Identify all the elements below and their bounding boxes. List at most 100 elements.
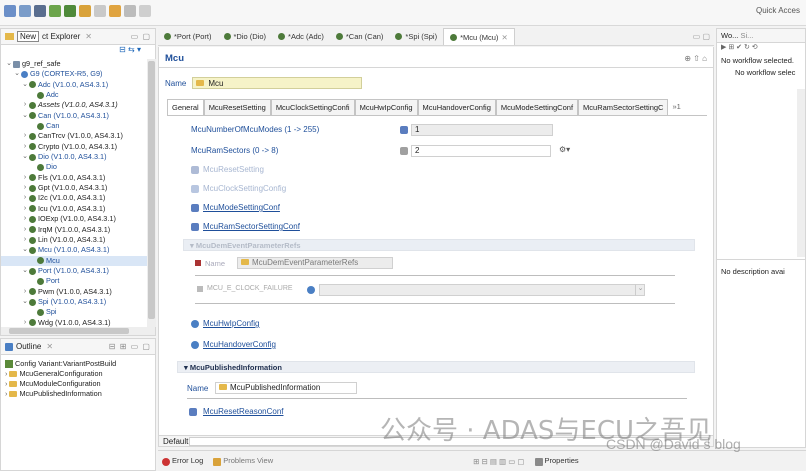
new-icon[interactable] [4,5,16,17]
section-tab[interactable]: McuRamSectorSettingC [578,99,669,115]
close-icon[interactable]: ✕ [501,33,507,42]
tree-item[interactable]: › Assets (V1.0.0, AS4.3.1) [1,100,147,110]
editor-tab[interactable]: *Spi (Spi) [389,28,443,45]
properties-tab[interactable]: Properties [534,456,579,466]
tree-item[interactable]: › IOExp (V1.0.0, AS4.3.1) [1,214,147,224]
second-view-title[interactable]: Si... [740,31,753,40]
tree-vertical-scrollbar[interactable] [147,59,156,327]
expand-toggle-icon[interactable]: › [21,204,29,214]
close-icon[interactable]: ✕ [46,342,53,351]
back-icon[interactable] [139,5,151,17]
run-icon[interactable] [109,5,121,17]
dem-name-field[interactable]: McuDemEventParameterRefs [237,257,393,269]
tree-item[interactable]: ⌄ Spi (V1.0.0, AS4.3.1) [1,297,147,307]
expand-toggle-icon[interactable]: › [21,193,29,203]
mcu-ram-sector-link[interactable]: McuRamSectorSettingConf [203,222,300,231]
mcu-handover-link[interactable]: McuHandoverConfig [203,340,276,349]
outline-item[interactable]: › McuModuleConfiguration [1,379,155,389]
tree-item[interactable]: Can [1,121,147,131]
expand-toggle-icon[interactable]: › [21,318,29,327]
expand-toggle-icon[interactable]: › [21,142,29,152]
editor-tab[interactable]: *Dio (Dio) [218,28,273,45]
outline-item[interactable]: › McuPublishedInformation [1,389,155,399]
expand-toggle-icon[interactable]: › [21,287,29,297]
published-name-field[interactable]: McuPublishedInformation [215,382,357,394]
tree-item[interactable]: ⌄ G9 (CORTEX-R5, G9) [1,69,147,79]
tree-item[interactable]: ⌄ Can (V1.0.0, AS4.3.1) [1,111,147,121]
expand-toggle-icon[interactable]: › [21,235,29,245]
section-tab[interactable]: McuHandoverConfig [417,99,496,115]
bottom-toolbar-icons[interactable]: ⊞ ⊟ ▤ ▥ ▭ ▢ [473,457,524,466]
expand-toggle-icon[interactable]: › [21,225,29,235]
expand-toggle-icon[interactable]: › [21,173,29,183]
expand-toggle-icon[interactable]: › [21,183,29,193]
outline-item[interactable]: Config Variant:VariantPostBuild [1,359,155,369]
expand-toggle-icon[interactable]: ⌄ [21,80,29,90]
expand-toggle-icon[interactable]: › [21,214,29,224]
editor-tab[interactable]: *Adc (Adc) [272,28,330,45]
expand-toggle-icon[interactable]: ⌄ [21,266,29,276]
settings-icon[interactable] [34,5,46,17]
tree-item[interactable]: › Crypto (V1.0.0, AS4.3.1) [1,142,147,152]
expand-toggle-icon[interactable]: › [21,100,29,110]
minimize-maximize-icon[interactable]: ▭ ▢ [693,32,710,41]
reference-icon[interactable] [307,286,315,294]
workflow-scrollbar[interactable] [797,89,805,257]
editor-tab[interactable]: *Port (Port) [158,28,218,45]
quick-access[interactable]: Quick Acces [756,6,800,15]
tree-item[interactable]: ⌄ Mcu (V1.0.0, AS4.3.1) [1,245,147,255]
name-field[interactable]: Mcu [192,77,363,89]
save-icon[interactable] [19,5,31,17]
tree-item[interactable]: Spi [1,307,147,317]
section-tab[interactable]: McuResetSetting [203,99,271,115]
editor-tab[interactable]: *Can (Can) [330,28,390,45]
expand-toggle-icon[interactable]: ⌄ [21,245,29,255]
problems-view-tab[interactable]: Problems View [213,456,273,466]
project-explorer-title-box[interactable]: New [17,31,40,42]
error-log-tab[interactable]: Error Log [162,456,203,466]
published-info-header[interactable]: ▾ McuPublishedInformation [177,361,695,373]
tree-horizontal-scrollbar[interactable] [1,327,155,335]
tool-icon[interactable] [94,5,106,17]
editor-title-icons[interactable]: ⊕ ⇧ ⌂ [684,54,707,63]
tree-item[interactable]: Adc [1,90,147,100]
editor-tab[interactable]: *Mcu (Mcu) ✕ [443,28,515,45]
workflow-title[interactable]: Wo... [721,31,738,40]
tree-item[interactable]: › IrqM (V1.0.0, AS4.3.1) [1,225,147,235]
mcu-reset-setting-link[interactable]: McuResetSetting [203,165,264,174]
chevron-down-icon[interactable]: ⌄ [635,284,645,296]
tree-item[interactable]: ⌄ Port (V1.0.0, AS4.3.1) [1,266,147,276]
mcu-reset-reason-link[interactable]: McuResetReasonConf [203,407,283,416]
tree-item[interactable]: › Fls (V1.0.0, AS4.3.1) [1,173,147,183]
section-tab[interactable]: General [167,99,204,115]
tree-item[interactable]: ⌄ Dio (V1.0.0, AS4.3.1) [1,152,147,162]
tree-item[interactable]: › Pwm (V1.0.0, AS4.3.1) [1,287,147,297]
collapse-link-icons[interactable]: ⊟ ⇆ ▾ [1,45,155,57]
tree-item[interactable]: › I2c (V1.0.0, AS4.3.1) [1,193,147,203]
tree-item[interactable]: › CanTrcv (V1.0.0, AS4.3.1) [1,131,147,141]
close-icon[interactable]: ✕ [85,32,92,41]
dem-event-group-header[interactable]: ▾ McuDemEventParameterRefs [183,239,695,251]
mcu-clock-setting-link[interactable]: McuClockSettingConfig [203,184,286,193]
navigate-icon[interactable] [124,5,136,17]
calculate-icon[interactable]: ⚙▾ [559,145,570,154]
section-tab[interactable]: McuHwIpConfig [354,99,418,115]
tree-item[interactable]: Port [1,276,147,286]
tree-item[interactable]: Mcu [1,255,147,266]
project-explorer-title[interactable]: ct Explorer [42,32,80,41]
section-tab[interactable]: McuModeSettingConf [495,99,579,115]
outline-toolbar-icons[interactable]: ⊟ ⊞ ▭ ▢ [109,342,151,351]
expand-toggle-icon[interactable]: ⌄ [21,152,29,162]
expand-toggle-icon[interactable]: ⌄ [21,297,29,307]
tree-item[interactable]: ⌄ Adc (V1.0.0, AS4.3.1) [1,80,147,90]
ram-sectors-input[interactable]: 2 [411,145,551,157]
num-modes-input[interactable]: 1 [411,124,553,136]
workflow-toolbar-icons[interactable]: ▶ ⊞ ✔ ↻ ⟲ [717,43,805,55]
tree-item[interactable]: › Wdg (V1.0.0, AS4.3.1) [1,318,147,327]
tree-item[interactable]: › Lin (V1.0.0, AS4.3.1) [1,235,147,245]
outline-item[interactable]: › McuGeneralConfiguration [1,369,155,379]
expand-toggle-icon[interactable]: ⌄ [21,111,29,121]
expand-toggle-icon[interactable]: ⌄ [13,69,21,79]
tree-item[interactable]: Dio [1,162,147,172]
tree-item[interactable]: › Gpt (V1.0.0, AS4.3.1) [1,183,147,193]
